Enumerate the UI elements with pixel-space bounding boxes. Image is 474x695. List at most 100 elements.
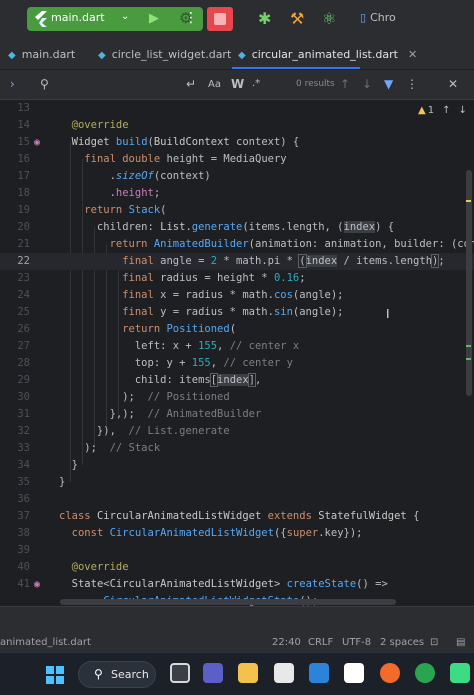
notifications-icon[interactable]: ▤ xyxy=(456,637,465,648)
editor-tabs: ◆ main.dart ◆ circle_list_widget.dart ◆ cir… xyxy=(0,38,474,70)
mouse-cursor-icon: I xyxy=(386,307,390,321)
vertical-scrollbar[interactable] xyxy=(466,170,472,396)
tab-circular-animated-list[interactable]: ◆ circular_animated_list.dart ✕ xyxy=(238,48,417,61)
lock-icon[interactable]: ⊡ xyxy=(430,637,438,648)
android-studio-icon[interactable] xyxy=(450,663,470,683)
close-find-icon[interactable]: ✕ xyxy=(448,77,458,91)
code-line: 39 xyxy=(0,542,474,559)
search-results-count: 0 results xyxy=(296,79,335,89)
expand-chevron-icon[interactable]: › xyxy=(10,77,15,91)
mail-icon[interactable] xyxy=(309,663,329,683)
line-number: 40 xyxy=(17,561,30,573)
search-label: Search xyxy=(111,668,149,681)
code-line: 19 return Stack( xyxy=(0,202,474,219)
code-line: 15 ◉ Widget build(BuildContext context) { xyxy=(0,134,474,151)
search-icon: ⚲ xyxy=(94,667,103,681)
dart-file-icon: ◆ xyxy=(238,50,246,61)
file-encoding[interactable]: UTF-8 xyxy=(342,637,371,648)
regex-toggle[interactable]: .* xyxy=(252,78,260,89)
code-line: 30 ); // Positioned xyxy=(0,389,474,406)
line-number: 25 xyxy=(17,306,30,318)
caret-position[interactable]: 22:40 xyxy=(272,637,301,648)
task-view-icon[interactable] xyxy=(170,663,190,683)
code-line: 34 } xyxy=(0,457,474,474)
previous-occurrence-icon[interactable]: ↑ xyxy=(340,77,350,91)
error-stripe-mark[interactable] xyxy=(466,200,471,202)
filter-icon[interactable]: ▼ xyxy=(384,77,393,91)
next-occurrence-icon[interactable]: ↓ xyxy=(362,77,372,91)
code-line: 18 .height; xyxy=(0,185,474,202)
line-number: 31 xyxy=(17,408,30,420)
tab-label: main.dart xyxy=(21,48,76,61)
indent-setting[interactable]: 2 spaces xyxy=(380,637,424,648)
undo-arrow-icon[interactable]: ↵ xyxy=(186,77,196,91)
line-number: 13 xyxy=(17,102,30,114)
code-line: 32 }), // List.generate xyxy=(0,423,474,440)
line-number: 29 xyxy=(17,374,30,386)
windows-taskbar: ⚲ Search xyxy=(0,652,474,695)
code-line: 13 xyxy=(0,100,474,117)
line-number: 26 xyxy=(17,323,30,335)
code-editor[interactable]: ▲ 1 ↑ ↓ 13 14 @override 15 ◉ Widget build(Bu… xyxy=(0,100,474,606)
search-icon[interactable]: ⚲ xyxy=(40,77,49,91)
more-icon[interactable]: ⋮ xyxy=(406,77,418,91)
store-icon[interactable] xyxy=(274,663,294,683)
line-number: 18 xyxy=(17,187,30,199)
chevron-down-icon[interactable]: ⌄ xyxy=(121,11,129,22)
whole-words-toggle[interactable]: W xyxy=(231,77,244,91)
more-options-icon[interactable]: ⋮ xyxy=(184,10,198,26)
error-stripe-mark[interactable] xyxy=(466,345,471,347)
line-number: 35 xyxy=(17,476,30,488)
device-selector[interactable]: ▯ Chro xyxy=(360,11,396,24)
close-tab-icon[interactable]: ✕ xyxy=(408,48,417,61)
code-line: 31 },); // AnimatedBuilder xyxy=(0,406,474,423)
line-number: 38 xyxy=(17,527,30,539)
chrome-icon[interactable] xyxy=(415,663,435,683)
stop-button[interactable] xyxy=(207,7,233,31)
file-explorer-icon[interactable] xyxy=(238,663,258,683)
run-configuration-widget[interactable]: main.dart ⌄ ▶ ⚙ xyxy=(27,7,203,31)
run-config-label[interactable]: main.dart xyxy=(51,11,105,24)
windows-start-icon[interactable] xyxy=(46,666,64,684)
teams-icon[interactable] xyxy=(203,663,223,683)
bug-icon[interactable]: ✱ xyxy=(258,9,271,28)
code-line: 24 final x = radius * math.cos(angle); xyxy=(0,287,474,304)
code-line: 26 return Positioned( xyxy=(0,321,474,338)
taskbar-search[interactable]: ⚲ Search xyxy=(78,661,156,688)
override-marker-icon[interactable]: ◉ xyxy=(34,576,40,593)
line-number: 23 xyxy=(17,272,30,284)
main-toolbar: main.dart ⌄ ▶ ⚙ ⋮ ✱ ⚒ ⚛ ▯ Chro xyxy=(0,0,474,38)
code-line: 25 final y = radius * math.sin(angle); xyxy=(0,304,474,321)
code-line: 21 return AnimatedBuilder(animation: ani… xyxy=(0,236,474,253)
code-line: 29 child: items[index], xyxy=(0,372,474,389)
line-number: 20 xyxy=(17,221,30,233)
code-line: 23 final radius = height * 0.16; xyxy=(0,270,474,287)
stop-icon xyxy=(214,13,226,25)
horizontal-scrollbar[interactable] xyxy=(60,599,396,605)
line-number: 32 xyxy=(17,425,30,437)
build-tools-icon[interactable]: ⚒ xyxy=(290,9,304,28)
capcut-icon[interactable] xyxy=(344,663,364,683)
dart-file-icon: ◆ xyxy=(98,50,106,61)
app-icon[interactable] xyxy=(380,663,400,683)
status-file-path[interactable]: animated_list.dart xyxy=(0,637,91,648)
code-line: 40 @override xyxy=(0,559,474,576)
tab-circle-list-widget[interactable]: ◆ circle_list_widget.dart xyxy=(98,48,231,61)
line-number: 28 xyxy=(17,357,30,369)
run-icon[interactable]: ▶ xyxy=(149,11,159,26)
code-line: 33 ); // Stack xyxy=(0,440,474,457)
line-number: 15 xyxy=(17,136,30,148)
line-number: 41 xyxy=(17,578,30,590)
error-stripe-mark[interactable] xyxy=(466,358,471,360)
line-number: 24 xyxy=(17,289,30,301)
atom-icon[interactable]: ⚛ xyxy=(322,9,336,28)
line-number: 17 xyxy=(17,170,30,182)
active-tab-indicator xyxy=(232,67,360,69)
code-line: 38 const CircularAnimatedListWidget({sup… xyxy=(0,525,474,542)
line-number: 16 xyxy=(17,153,30,165)
code-line: 35} xyxy=(0,474,474,491)
override-marker-icon[interactable]: ◉ xyxy=(34,134,40,151)
line-separator[interactable]: CRLF xyxy=(308,637,333,648)
tab-main-dart[interactable]: ◆ main.dart xyxy=(8,48,75,61)
match-case-toggle[interactable]: Aa xyxy=(208,79,221,90)
